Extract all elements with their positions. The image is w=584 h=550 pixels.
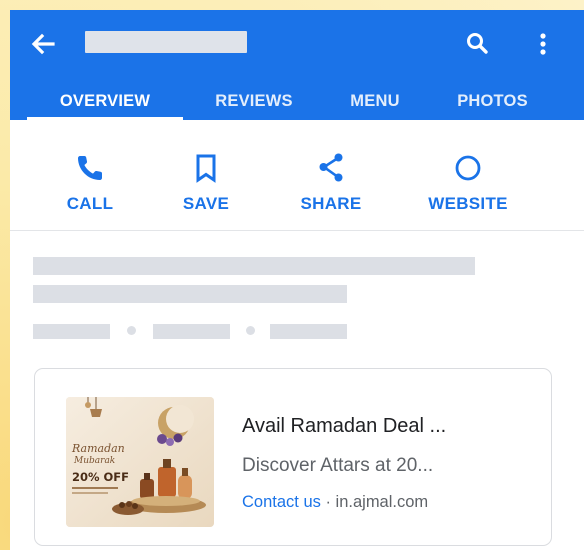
- call-label: CALL: [66, 194, 114, 213]
- placeholder-dot: [246, 326, 255, 335]
- share-icon: [319, 153, 343, 182]
- phone-icon: [78, 156, 102, 180]
- place-title: [85, 31, 247, 53]
- arrow-back-icon: [31, 33, 55, 55]
- save-button[interactable]: SAVE: [151, 138, 261, 220]
- ad-image-script-line1: Ramadan: [71, 442, 125, 455]
- search-button[interactable]: [460, 26, 496, 62]
- section-divider: [10, 230, 584, 231]
- more-options-button[interactable]: [528, 26, 558, 62]
- ad-image-script-line2: Mubarak: [73, 456, 115, 466]
- website-button[interactable]: WEBSITE: [413, 138, 523, 220]
- placeholder-dot: [127, 326, 136, 335]
- tab-photos[interactable]: PHOTOS: [435, 92, 550, 120]
- placeholder-chip: [33, 324, 110, 339]
- share-button[interactable]: SHARE: [276, 138, 386, 220]
- ad-separator: ·: [320, 493, 336, 511]
- placeholder-line: [33, 285, 347, 303]
- search-icon: [467, 33, 488, 54]
- place-details-screen: OVERVIEW REVIEWS MENU PHOTOS CALL SAVE S…: [10, 10, 584, 550]
- more-vert-icon: [540, 33, 546, 55]
- share-label: SHARE: [300, 194, 362, 213]
- tab-bar: OVERVIEW REVIEWS MENU PHOTOS: [10, 88, 584, 120]
- placeholder-chip: [153, 324, 230, 339]
- tab-reviews[interactable]: REVIEWS: [194, 92, 314, 120]
- ad-image-offer: 20% OFF: [72, 470, 129, 484]
- ad-image: Ramadan Mubarak 20% OFF: [66, 397, 214, 527]
- ad-title[interactable]: Avail Ramadan Deal ...: [242, 415, 542, 438]
- placeholder-chip: [270, 324, 347, 339]
- bookmark-icon: [196, 154, 216, 183]
- ad-card[interactable]: Ramadan Mubarak 20% OFF Avail Ramadan De…: [34, 368, 552, 546]
- action-row: CALL SAVE SHARE WEBSITE: [10, 120, 584, 230]
- contact-us-link[interactable]: Contact us: [242, 493, 321, 511]
- ad-description: Discover Attars at 20...: [242, 455, 434, 476]
- ad-domain: in.ajmal.com: [335, 493, 429, 511]
- tab-menu[interactable]: MENU: [330, 92, 420, 120]
- ad-link-row: Contact us · in.ajmal.com: [242, 493, 542, 512]
- ramadan-offer-illustration: Ramadan Mubarak 20% OFF: [66, 397, 214, 527]
- save-label: SAVE: [182, 194, 230, 213]
- tab-overview[interactable]: OVERVIEW: [25, 92, 185, 120]
- call-button[interactable]: CALL: [35, 138, 145, 220]
- placeholder-line: [33, 257, 475, 275]
- website-circle-icon: [455, 155, 481, 181]
- website-label: WEBSITE: [428, 194, 508, 213]
- back-button[interactable]: [24, 28, 64, 60]
- app-bar: OVERVIEW REVIEWS MENU PHOTOS: [10, 10, 584, 120]
